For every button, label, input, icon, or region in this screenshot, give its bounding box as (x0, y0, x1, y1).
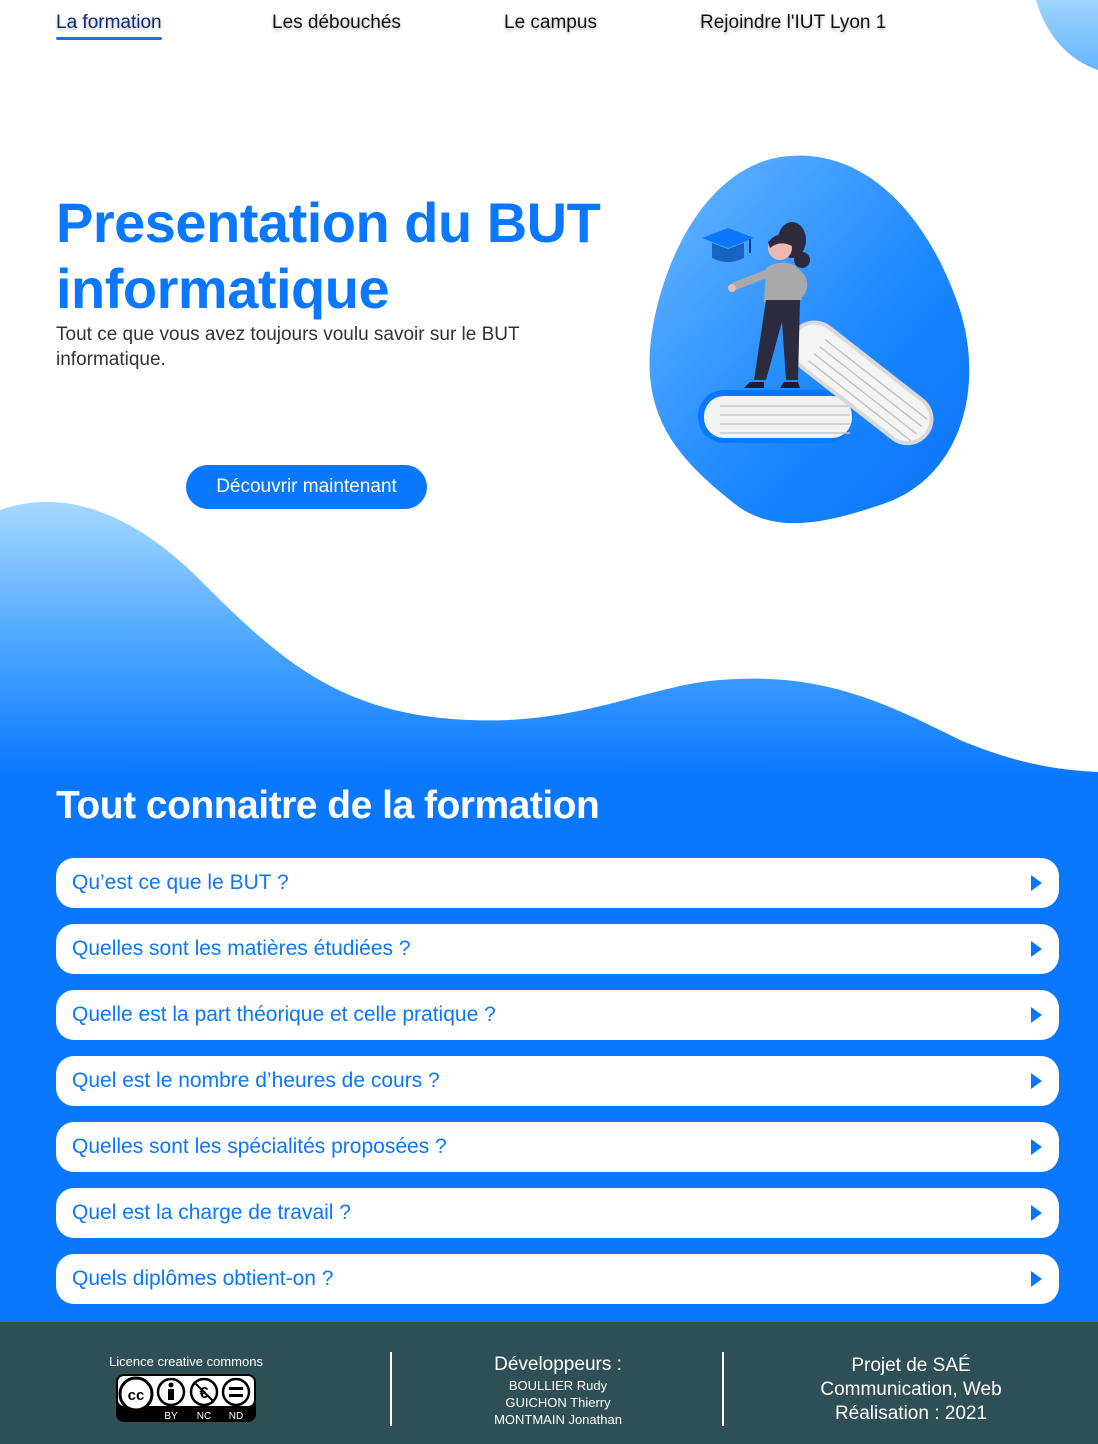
project-line: Communication, Web (820, 1379, 1002, 1400)
faq-item[interactable]: Quel est le nombre d’heures de cours ? (56, 1056, 1059, 1106)
chevron-right-icon[interactable] (1029, 1072, 1043, 1090)
cc-term-nc: NC (197, 1411, 211, 1422)
footer: Licence creative commons cc € BY NC ND D… (0, 1322, 1098, 1444)
faq-item[interactable]: Quelle est la part théorique et celle pr… (56, 990, 1059, 1040)
project-line: Projet de SAÉ (851, 1355, 971, 1376)
chevron-right-icon[interactable] (1029, 1204, 1043, 1222)
creative-commons-by-nc-nd-icon[interactable]: cc € BY NC ND (116, 1374, 256, 1424)
chevron-right-icon[interactable] (1029, 940, 1043, 958)
hero-subtitle: Tout ce que vous avez toujours voulu sav… (56, 324, 520, 370)
cc-term-by: BY (164, 1411, 178, 1422)
nav-link-debouches[interactable]: Les débouchés (272, 12, 401, 34)
faq-question: Quels diplômes obtient-on ? (72, 1267, 334, 1290)
faq-question: Quel est le nombre d’heures de cours ? (72, 1069, 440, 1092)
section-title: Tout connaitre de la formation (56, 784, 600, 827)
chevron-right-icon[interactable] (1029, 1270, 1043, 1288)
footer-license: Licence creative commons cc € BY NC ND (56, 1322, 316, 1444)
nav-link-campus[interactable]: Le campus (504, 12, 597, 34)
faq-item[interactable]: Quelles sont les spécialités proposées ? (56, 1122, 1059, 1172)
license-title: Licence creative commons (109, 1354, 263, 1369)
project-line: Réalisation : 2021 (834, 1403, 988, 1424)
faq-question: Quelles sont les spécialités proposées ? (72, 1135, 447, 1158)
faq-question: Quelle est la part théorique et celle pr… (72, 1003, 496, 1026)
faq-item[interactable]: Quel est la charge de travail ? (56, 1188, 1059, 1238)
cc-label: cc (128, 1387, 145, 1404)
chevron-right-icon[interactable] (1029, 874, 1043, 892)
chevron-right-icon[interactable] (1029, 1006, 1043, 1024)
chevron-right-icon[interactable] (1029, 1138, 1043, 1156)
faq-question: Qu’est ce que le BUT ? (72, 871, 289, 894)
developers-title: Développeurs : (494, 1354, 622, 1375)
faq-item[interactable]: Quelles sont les matières étudiées ? (56, 924, 1059, 974)
faq-item[interactable]: Quels diplômes obtient-on ? (56, 1254, 1059, 1304)
faq-question: Quel est la charge de travail ? (72, 1201, 351, 1224)
hero-title: Presentation du BUT informatique (56, 191, 601, 320)
faq-item[interactable]: Qu’est ce que le BUT ? (56, 858, 1059, 908)
nav-link-formation[interactable]: La formation (56, 12, 162, 40)
student-books-illustration (649, 155, 970, 524)
developer-name: GUICHON Thierry (505, 1395, 611, 1410)
footer-developers: Développeurs : BOULLIER Rudy GUICHON Thi… (392, 1322, 724, 1444)
faq-question: Quelles sont les matières étudiées ? (72, 937, 411, 960)
footer-project: Projet de SAÉ Communication, Web Réalisa… (724, 1322, 1098, 1444)
cc-term-nd: ND (229, 1411, 243, 1422)
nav-link-rejoindre[interactable]: Rejoindre l'IUT Lyon 1 (700, 12, 886, 34)
developer-name: MONTMAIN Jonathan (494, 1412, 622, 1427)
book-bottom-icon (698, 390, 853, 443)
faq-list: Qu’est ce que le BUT ? Quelles sont les m… (56, 858, 1059, 1320)
developer-name: BOULLIER Rudy (508, 1378, 608, 1393)
